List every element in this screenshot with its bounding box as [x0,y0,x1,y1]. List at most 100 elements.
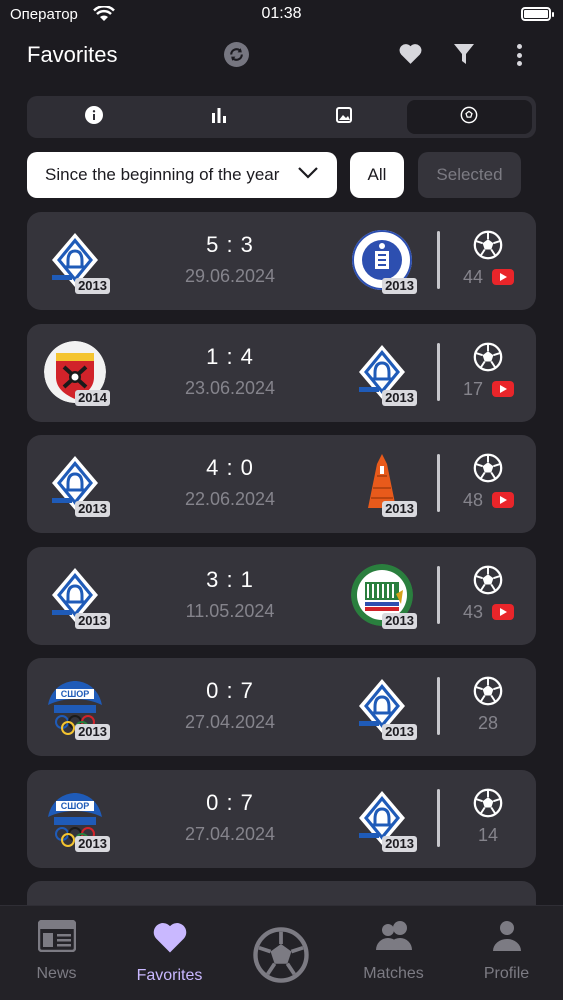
battery-icon [521,7,554,21]
chevron-down-icon [297,165,319,185]
home-team-logo: 2014 [44,340,110,406]
match-card[interactable]: 2014 1 : 4 23.06.2024 2013 17 [27,323,536,422]
soccer-ball-icon [473,788,503,823]
away-team-logo: 2013 [351,563,417,629]
away-team-year: 2013 [382,501,417,517]
segment-matches[interactable] [406,100,532,134]
home-team-logo: 2013 [44,229,110,294]
soccer-ball-icon [460,106,478,129]
away-team-logo: 2013 [351,675,417,740]
info-icon [84,105,103,129]
filter-selected-chip[interactable]: Selected [418,152,521,198]
tab-favorites-label: Favorites [136,967,203,984]
home-team-logo: СШОР 2013 [44,787,110,852]
match-score: 0 : 7 [206,678,254,703]
match-card[interactable]: СШОР 2013 0 : 7 27.04.2024 2013 28 [27,658,536,756]
bar-chart-icon [211,107,227,128]
views-count: 43 [463,601,484,622]
match-score: 5 : 3 [206,232,254,257]
home-team-logo: 2013 [44,564,110,629]
tab-news-label: News [36,965,77,982]
filter-icon[interactable] [453,42,475,71]
home-team-year: 2013 [75,278,110,294]
home-team-year: 2013 [75,501,110,517]
heart-icon [151,920,189,959]
card-divider [437,342,440,401]
tab-profile[interactable]: Profile [450,906,563,1000]
home-team-year: 2013 [75,724,110,740]
soccer-ball-icon [473,453,503,488]
sync-icon[interactable] [224,42,249,67]
period-select-value: Since the beginning of the year [45,165,280,184]
away-team-logo: 2013 [351,787,417,852]
youtube-icon[interactable] [492,269,514,285]
home-team-year: 2013 [75,835,110,852]
views-count: 44 [463,267,484,287]
match-date: 23.06.2024 [184,377,276,398]
home-team-logo: СШОР 2013 [44,675,110,740]
away-team-year: 2013 [382,835,417,852]
view-segment-control [27,96,536,138]
filter-all-chip[interactable]: All [350,152,404,198]
tab-matches-label: Matches [363,965,424,982]
card-divider [437,565,440,624]
match-date: 27.04.2024 [184,712,276,732]
tab-profile-label: Profile [483,965,530,982]
match-score: 0 : 7 [206,789,254,815]
news-icon [37,919,76,957]
tab-news[interactable]: News [0,906,113,1000]
segment-statistics[interactable] [156,100,281,134]
tab-matches[interactable]: Matches [337,906,450,1000]
heart-icon[interactable] [398,42,423,70]
soccer-ball-icon [473,565,503,600]
card-divider [437,454,440,512]
header: Favorites [0,30,563,85]
away-team-logo: 2013 [351,452,417,517]
page-title: Favorites [27,42,118,67]
views-count: 28 [478,713,499,733]
match-score: 1 : 4 [206,343,254,369]
image-icon [336,106,353,128]
tab-soccer[interactable] [251,926,311,989]
match-date: 11.05.2024 [185,600,275,621]
match-date: 29.06.2024 [184,266,276,286]
svg-text:СШОР: СШОР [61,689,90,699]
match-card[interactable]: 2013 4 : 0 22.06.2024 2013 48 [27,435,536,533]
card-divider [437,231,440,289]
views-count: 14 [478,824,499,845]
away-team-logo: 2013 [351,341,417,406]
match-card[interactable]: 2013 3 : 1 11.05.2024 2013 43 [27,546,536,645]
period-select[interactable]: Since the beginning of the year [27,152,337,198]
more-icon[interactable] [513,42,525,68]
status-time: 01:38 [261,5,302,22]
segment-info[interactable] [31,100,156,134]
match-score: 4 : 0 [206,455,254,480]
match-card[interactable]: СШОР 2013 0 : 7 27.04.2024 2013 14 [27,769,536,868]
soccer-ball-icon [251,927,311,988]
youtube-icon[interactable] [492,603,514,620]
tab-favorites[interactable]: Favorites [113,906,226,1000]
home-team-year: 2013 [75,612,110,629]
away-team-year: 2013 [382,389,417,406]
away-team-year: 2013 [382,278,417,294]
status-bar: Оператор 01:38 [0,0,563,30]
match-card[interactable]: 2013 5 : 3 29.06.2024 2013 44 [27,212,536,310]
match-score: 3 : 1 [206,566,254,592]
youtube-icon[interactable] [492,380,514,397]
match-date: 27.04.2024 [184,823,276,844]
profile-icon [491,920,523,957]
soccer-ball-icon [473,342,503,377]
youtube-icon[interactable] [492,492,514,508]
svg-text:СШОР: СШОР [61,801,90,811]
users-icon [373,920,415,957]
card-divider [437,788,440,847]
soccer-ball-icon [473,676,503,711]
tab-bar: News Favorites Matches Profile [0,905,563,1000]
away-team-year: 2013 [382,724,417,740]
match-date: 22.06.2024 [184,489,276,509]
views-count: 17 [463,378,484,399]
soccer-ball-icon [473,230,503,265]
card-divider [437,677,440,735]
away-team-year: 2013 [382,612,417,629]
segment-media[interactable] [282,100,407,134]
